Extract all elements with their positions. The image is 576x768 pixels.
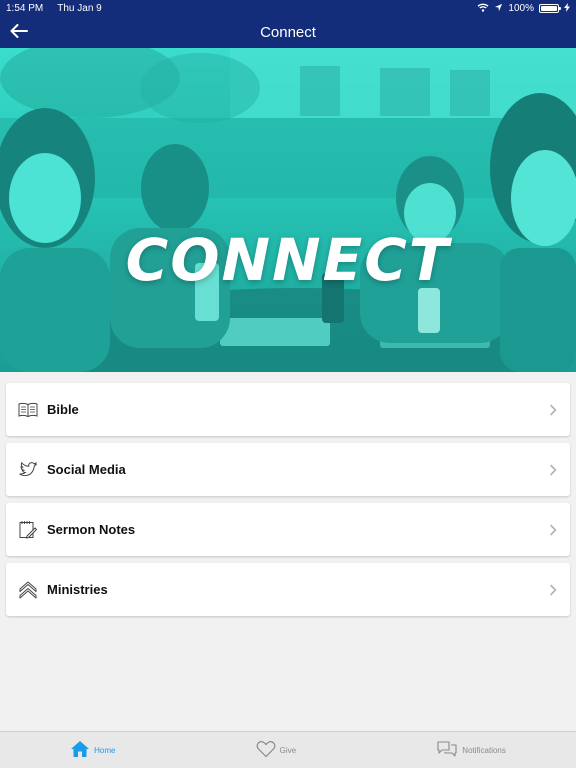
chevron-right-icon [550, 404, 557, 416]
page-title: Connect [260, 24, 316, 41]
status-date: Thu Jan 9 [57, 3, 102, 14]
battery-icon [539, 4, 561, 13]
hero-title: CONNECT [125, 226, 451, 294]
status-bar: 1:54 PM Thu Jan 9 100% [0, 0, 576, 17]
menu-item-social-media[interactable]: Social Media [6, 443, 570, 496]
book-icon [18, 400, 38, 420]
tab-give[interactable]: Give [256, 740, 296, 760]
menu-item-label: Sermon Notes [47, 522, 136, 537]
battery-percent: 100% [508, 3, 534, 14]
tab-label: Home [94, 745, 116, 755]
menu-item-ministries[interactable]: Ministries [6, 563, 570, 616]
chevron-right-icon [550, 524, 557, 536]
home-icon [70, 740, 90, 760]
menu-item-label: Bible [47, 402, 79, 417]
tab-bar: Home Give Notifications [0, 731, 576, 768]
menu-list: Bible Social Media Sermon Notes Ministri… [6, 383, 570, 623]
twitter-bird-icon [18, 460, 38, 480]
menu-item-bible[interactable]: Bible [6, 383, 570, 436]
menu-item-label: Ministries [47, 582, 108, 597]
status-time: 1:54 PM [6, 3, 44, 14]
battery-level-fill [541, 6, 557, 11]
heart-icon [256, 740, 276, 760]
chevron-right-icon [550, 464, 557, 476]
notepad-pen-icon [18, 520, 38, 540]
chevron-right-icon [550, 584, 557, 596]
location-arrow-icon [494, 3, 503, 15]
tab-label: Notifications [462, 745, 506, 755]
double-chevron-up-icon [18, 580, 38, 600]
wifi-icon [477, 3, 489, 15]
charging-bolt-icon [564, 2, 570, 15]
back-button[interactable] [8, 22, 30, 44]
tab-label: Give [279, 745, 297, 755]
hero-photo [0, 48, 576, 372]
navigation-bar: Connect [0, 17, 576, 48]
tab-notifications[interactable]: Notifications [436, 740, 506, 760]
arrow-left-icon [10, 23, 28, 43]
menu-item-label: Social Media [47, 462, 126, 477]
hero-banner: CONNECT [0, 48, 576, 372]
menu-item-sermon-notes[interactable]: Sermon Notes [6, 503, 570, 556]
tab-home[interactable]: Home [70, 740, 115, 760]
chat-bubbles-icon [436, 740, 458, 760]
